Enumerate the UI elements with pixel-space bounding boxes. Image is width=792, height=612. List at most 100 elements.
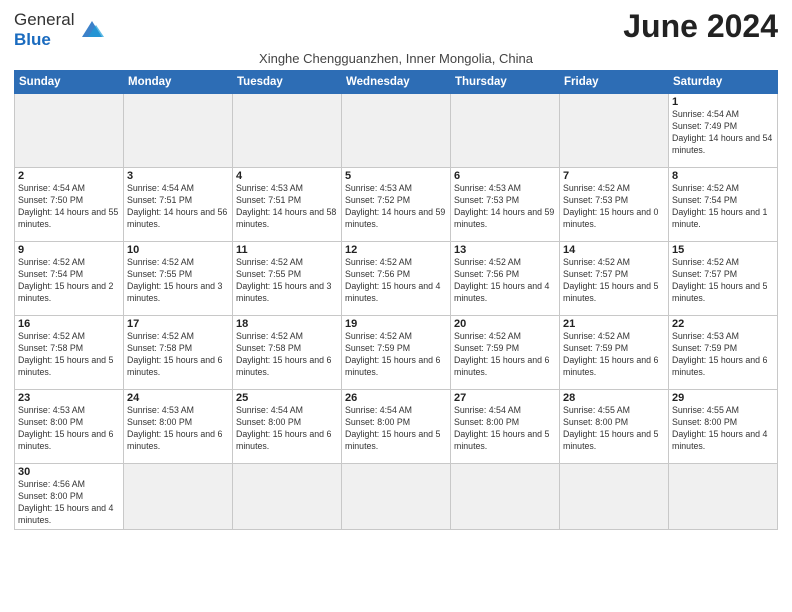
header: General Blue June 2024: [14, 10, 778, 49]
day-number: 9: [18, 244, 120, 256]
day-info: Sunrise: 4:53 AMSunset: 8:00 PMDaylight:…: [18, 405, 120, 453]
table-row: 19Sunrise: 4:52 AMSunset: 7:59 PMDayligh…: [342, 316, 451, 390]
header-sunday: Sunday: [15, 71, 124, 94]
table-row: 15Sunrise: 4:52 AMSunset: 7:57 PMDayligh…: [669, 242, 778, 316]
table-row: [233, 464, 342, 530]
table-row: [233, 94, 342, 168]
table-row: 9Sunrise: 4:52 AMSunset: 7:54 PMDaylight…: [15, 242, 124, 316]
table-row: 11Sunrise: 4:52 AMSunset: 7:55 PMDayligh…: [233, 242, 342, 316]
table-row: 3Sunrise: 4:54 AMSunset: 7:51 PMDaylight…: [124, 168, 233, 242]
day-number: 21: [563, 318, 665, 330]
header-friday: Friday: [560, 71, 669, 94]
day-number: 19: [345, 318, 447, 330]
day-number: 17: [127, 318, 229, 330]
table-row: 2Sunrise: 4:54 AMSunset: 7:50 PMDaylight…: [15, 168, 124, 242]
day-info: Sunrise: 4:52 AMSunset: 7:55 PMDaylight:…: [127, 257, 229, 305]
day-number: 6: [454, 170, 556, 182]
day-number: 8: [672, 170, 774, 182]
table-row: 27Sunrise: 4:54 AMSunset: 8:00 PMDayligh…: [451, 390, 560, 464]
day-info: Sunrise: 4:55 AMSunset: 8:00 PMDaylight:…: [563, 405, 665, 453]
day-info: Sunrise: 4:56 AMSunset: 8:00 PMDaylight:…: [18, 479, 120, 527]
day-number: 27: [454, 392, 556, 404]
table-row: [451, 464, 560, 530]
header-thursday: Thursday: [451, 71, 560, 94]
day-info: Sunrise: 4:52 AMSunset: 7:58 PMDaylight:…: [236, 331, 338, 379]
table-row: 24Sunrise: 4:53 AMSunset: 8:00 PMDayligh…: [124, 390, 233, 464]
day-info: Sunrise: 4:54 AMSunset: 7:51 PMDaylight:…: [127, 183, 229, 231]
table-row: 22Sunrise: 4:53 AMSunset: 7:59 PMDayligh…: [669, 316, 778, 390]
header-saturday: Saturday: [669, 71, 778, 94]
table-row: 18Sunrise: 4:52 AMSunset: 7:58 PMDayligh…: [233, 316, 342, 390]
day-info: Sunrise: 4:52 AMSunset: 7:53 PMDaylight:…: [563, 183, 665, 231]
logo-icon: [78, 19, 106, 41]
day-info: Sunrise: 4:52 AMSunset: 7:58 PMDaylight:…: [127, 331, 229, 379]
day-info: Sunrise: 4:52 AMSunset: 7:54 PMDaylight:…: [672, 183, 774, 231]
table-row: [342, 464, 451, 530]
day-number: 26: [345, 392, 447, 404]
table-row: 14Sunrise: 4:52 AMSunset: 7:57 PMDayligh…: [560, 242, 669, 316]
table-row: 6Sunrise: 4:53 AMSunset: 7:53 PMDaylight…: [451, 168, 560, 242]
calendar-header-row: Sunday Monday Tuesday Wednesday Thursday…: [15, 71, 778, 94]
day-number: 12: [345, 244, 447, 256]
day-info: Sunrise: 4:54 AMSunset: 7:50 PMDaylight:…: [18, 183, 120, 231]
table-row: 26Sunrise: 4:54 AMSunset: 8:00 PMDayligh…: [342, 390, 451, 464]
day-info: Sunrise: 4:52 AMSunset: 7:55 PMDaylight:…: [236, 257, 338, 305]
header-monday: Monday: [124, 71, 233, 94]
day-info: Sunrise: 4:55 AMSunset: 8:00 PMDaylight:…: [672, 405, 774, 453]
day-info: Sunrise: 4:52 AMSunset: 7:59 PMDaylight:…: [563, 331, 665, 379]
day-number: 1: [672, 96, 774, 108]
table-row: [15, 94, 124, 168]
month-title: June 2024: [623, 10, 778, 42]
table-row: 29Sunrise: 4:55 AMSunset: 8:00 PMDayligh…: [669, 390, 778, 464]
day-number: 23: [18, 392, 120, 404]
logo: General Blue: [14, 10, 106, 49]
header-wednesday: Wednesday: [342, 71, 451, 94]
day-number: 7: [563, 170, 665, 182]
day-number: 20: [454, 318, 556, 330]
table-row: [669, 464, 778, 530]
day-info: Sunrise: 4:54 AMSunset: 8:00 PMDaylight:…: [454, 405, 556, 453]
table-row: 12Sunrise: 4:52 AMSunset: 7:56 PMDayligh…: [342, 242, 451, 316]
day-info: Sunrise: 4:53 AMSunset: 7:52 PMDaylight:…: [345, 183, 447, 231]
day-info: Sunrise: 4:52 AMSunset: 7:59 PMDaylight:…: [345, 331, 447, 379]
day-info: Sunrise: 4:52 AMSunset: 7:59 PMDaylight:…: [454, 331, 556, 379]
day-info: Sunrise: 4:52 AMSunset: 7:54 PMDaylight:…: [18, 257, 120, 305]
day-number: 2: [18, 170, 120, 182]
day-info: Sunrise: 4:53 AMSunset: 7:53 PMDaylight:…: [454, 183, 556, 231]
day-number: 13: [454, 244, 556, 256]
day-number: 3: [127, 170, 229, 182]
table-row: [342, 94, 451, 168]
header-tuesday: Tuesday: [233, 71, 342, 94]
day-number: 22: [672, 318, 774, 330]
day-info: Sunrise: 4:52 AMSunset: 7:56 PMDaylight:…: [345, 257, 447, 305]
day-number: 24: [127, 392, 229, 404]
day-info: Sunrise: 4:53 AMSunset: 7:59 PMDaylight:…: [672, 331, 774, 379]
table-row: 30Sunrise: 4:56 AMSunset: 8:00 PMDayligh…: [15, 464, 124, 530]
table-row: 10Sunrise: 4:52 AMSunset: 7:55 PMDayligh…: [124, 242, 233, 316]
table-row: 28Sunrise: 4:55 AMSunset: 8:00 PMDayligh…: [560, 390, 669, 464]
day-number: 10: [127, 244, 229, 256]
table-row: [451, 94, 560, 168]
calendar: Sunday Monday Tuesday Wednesday Thursday…: [14, 70, 778, 530]
table-row: 20Sunrise: 4:52 AMSunset: 7:59 PMDayligh…: [451, 316, 560, 390]
day-info: Sunrise: 4:53 AMSunset: 8:00 PMDaylight:…: [127, 405, 229, 453]
day-info: Sunrise: 4:52 AMSunset: 7:57 PMDaylight:…: [563, 257, 665, 305]
table-row: 17Sunrise: 4:52 AMSunset: 7:58 PMDayligh…: [124, 316, 233, 390]
table-row: 8Sunrise: 4:52 AMSunset: 7:54 PMDaylight…: [669, 168, 778, 242]
subtitle: Xinghe Chengguanzhen, Inner Mongolia, Ch…: [14, 51, 778, 66]
day-number: 29: [672, 392, 774, 404]
table-row: [124, 94, 233, 168]
day-number: 5: [345, 170, 447, 182]
table-row: 16Sunrise: 4:52 AMSunset: 7:58 PMDayligh…: [15, 316, 124, 390]
table-row: 4Sunrise: 4:53 AMSunset: 7:51 PMDaylight…: [233, 168, 342, 242]
day-info: Sunrise: 4:52 AMSunset: 7:57 PMDaylight:…: [672, 257, 774, 305]
day-number: 28: [563, 392, 665, 404]
day-number: 15: [672, 244, 774, 256]
day-info: Sunrise: 4:54 AMSunset: 8:00 PMDaylight:…: [236, 405, 338, 453]
day-number: 18: [236, 318, 338, 330]
table-row: 25Sunrise: 4:54 AMSunset: 8:00 PMDayligh…: [233, 390, 342, 464]
day-number: 4: [236, 170, 338, 182]
table-row: [560, 94, 669, 168]
table-row: 7Sunrise: 4:52 AMSunset: 7:53 PMDaylight…: [560, 168, 669, 242]
day-info: Sunrise: 4:54 AMSunset: 7:49 PMDaylight:…: [672, 109, 774, 157]
